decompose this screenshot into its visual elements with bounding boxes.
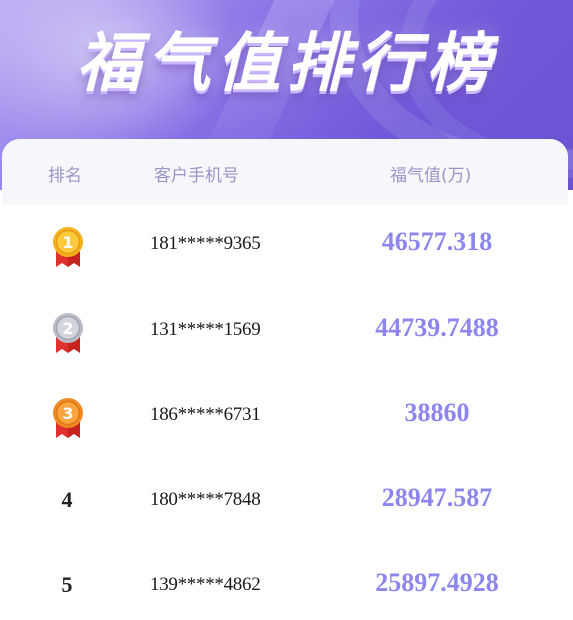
rank-number: 5 [61,572,73,597]
page-title: 福气值排行榜 [76,27,497,101]
rank-number: 4 [61,487,73,512]
customer-phone: 139*****4862 [150,574,261,595]
ranking-table: 排名 客户手机号 福气值(万) 1 181*****9365 46577.318 [2,139,568,620]
column-header-value: 福气值(万) [390,166,472,186]
customer-phone: 186*****6731 [150,404,261,425]
fortune-value: 46577.318 [381,227,493,256]
svg-text:1: 1 [62,233,73,252]
svg-text:2: 2 [62,319,73,338]
table-header: 排名 客户手机号 福气值(万) [2,139,568,205]
bronze-medal-icon: 3 [48,394,88,438]
customer-phone: 180*****7848 [150,489,261,510]
customer-phone: 181*****9365 [150,233,261,254]
table-row: 3 186*****6731 38860 [2,372,568,458]
table-row: 5 139*****4862 25897.4928 [2,542,568,620]
table-row: 2 131*****1569 44739.7488 [2,287,568,373]
silver-medal-icon: 2 [48,309,88,353]
table-row: 4 180*****7848 28947.587 [2,457,568,543]
column-header-rank: 排名 [48,166,82,186]
table-row: 1 181*****9365 46577.318 [2,201,568,287]
svg-text:3: 3 [62,404,73,423]
customer-phone: 131*****1569 [150,319,261,340]
fortune-value: 25897.4928 [375,568,499,597]
gold-medal-icon: 1 [48,223,88,267]
column-header-phone: 客户手机号 [154,166,239,186]
fortune-value: 38860 [404,398,470,427]
fortune-value: 44739.7488 [375,313,499,342]
fortune-value: 28947.587 [381,483,493,512]
